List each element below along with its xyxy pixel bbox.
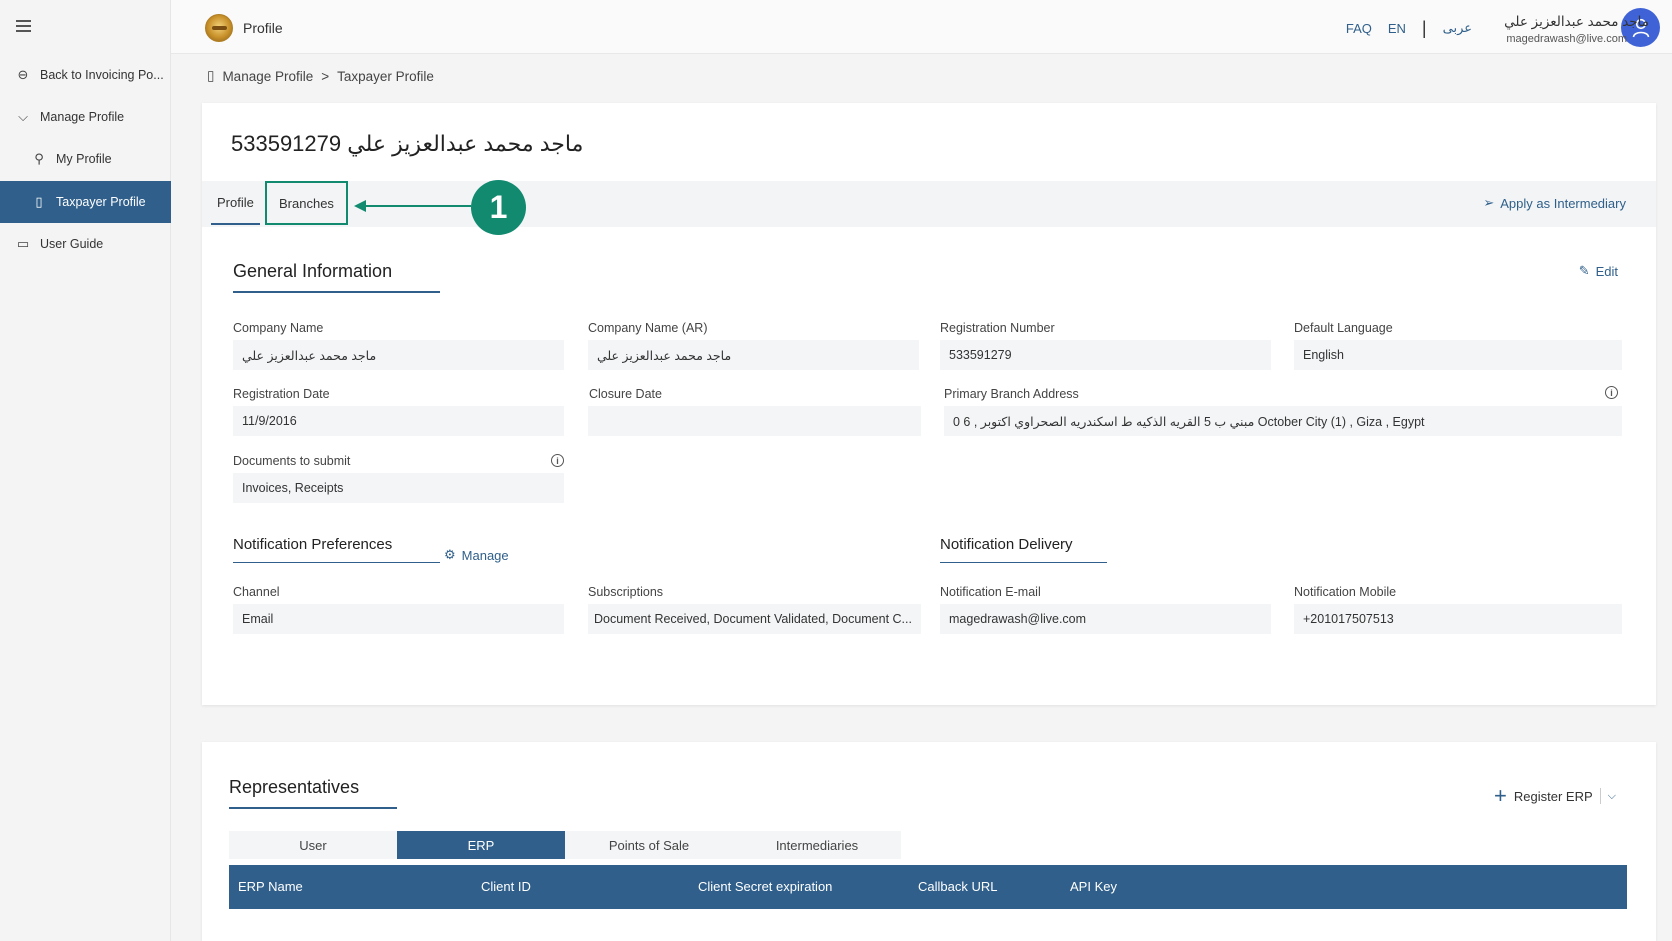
company-name-field: ماجد محمد عبدالعزيز علي bbox=[233, 340, 564, 370]
column-client-id[interactable]: Client ID bbox=[481, 879, 531, 894]
company-name-label: Company Name bbox=[233, 321, 324, 335]
tab-erp[interactable]: ERP bbox=[397, 831, 565, 859]
chevron-down-icon[interactable]: ⌵ bbox=[1608, 790, 1616, 803]
sidebar-item-label: Taxpayer Profile bbox=[56, 195, 146, 209]
user-name: ماجد محمد عبدالعزيز علي bbox=[1504, 14, 1649, 29]
representatives-title: Representatives bbox=[229, 777, 397, 809]
document-icon: ▯ bbox=[207, 68, 215, 83]
chevron-down-icon: ⌵ bbox=[18, 109, 28, 124]
tab-points-of-sale[interactable]: Points of Sale bbox=[565, 831, 733, 859]
notification-delivery-title: Notification Delivery bbox=[940, 536, 1107, 563]
column-client-secret-expiration[interactable]: Client Secret expiration bbox=[698, 879, 832, 894]
book-icon: ▭ bbox=[16, 236, 30, 251]
callout-arrow-line bbox=[357, 205, 471, 207]
apply-intermediary-button[interactable]: ➢ Apply as Intermediary bbox=[1483, 195, 1626, 211]
column-callback-url[interactable]: Callback URL bbox=[918, 879, 997, 894]
company-name-ar-label: Company Name (AR) bbox=[588, 321, 708, 335]
app-title: Profile bbox=[243, 20, 283, 36]
apply-intermediary-label: Apply as Intermediary bbox=[1500, 195, 1626, 211]
faq-link[interactable]: FAQ bbox=[1346, 21, 1372, 36]
tab-user[interactable]: User bbox=[229, 831, 397, 859]
notification-preferences-title: Notification Preferences bbox=[233, 536, 440, 563]
breadcrumb-manage-profile[interactable]: Manage Profile bbox=[222, 69, 313, 84]
erp-table-header: ERP Name Client ID Client Secret expirat… bbox=[229, 865, 1627, 909]
callout-arrow-head-icon bbox=[354, 200, 366, 212]
tab-intermediaries[interactable]: Intermediaries bbox=[733, 831, 901, 859]
closure-date-field bbox=[588, 406, 921, 436]
hamburger-menu-icon[interactable] bbox=[16, 20, 31, 32]
subscriptions-label: Subscriptions bbox=[588, 585, 664, 599]
sidebar-item-my-profile[interactable]: ⚲ My Profile bbox=[0, 138, 171, 180]
closure-date-label: Closure Date bbox=[589, 387, 662, 401]
language-ar-link[interactable]: عربى bbox=[1443, 20, 1472, 36]
document-icon: ▯ bbox=[35, 194, 43, 209]
registration-number-field: 533591279 bbox=[940, 340, 1271, 370]
representatives-tabs: User ERP Points of Sale Intermediaries bbox=[229, 831, 901, 859]
default-language-label: Default Language bbox=[1294, 321, 1393, 335]
register-erp-label: Register ERP bbox=[1513, 788, 1593, 804]
logo-icon bbox=[205, 14, 233, 42]
sidebar-item-label: My Profile bbox=[56, 152, 112, 166]
edit-button[interactable]: ✎ Edit bbox=[1579, 263, 1618, 279]
sidebar-item-taxpayer-profile[interactable]: ▯ Taxpayer Profile bbox=[0, 181, 171, 223]
notification-mobile-field: +201017507513 bbox=[1294, 604, 1622, 634]
documents-to-submit-label: Documents to submit bbox=[233, 454, 351, 468]
top-header: Profile FAQ EN | عربى ماجد محمد عبدالعزي… bbox=[171, 0, 1672, 54]
sidebar-item-user-guide[interactable]: ▭ User Guide bbox=[0, 223, 171, 265]
primary-branch-address-field: 0 6 , مبني ب 5 القريه الذكيه ط اسكندريه … bbox=[944, 406, 1622, 436]
breadcrumb-separator: > bbox=[321, 68, 330, 84]
manage-button[interactable]: ⚙ Manage bbox=[444, 547, 509, 563]
registration-number-label: Registration Number bbox=[940, 321, 1055, 335]
notification-email-field: magedrawash@live.com bbox=[940, 604, 1271, 634]
primary-branch-address-label: Primary Branch Address bbox=[944, 387, 1079, 401]
company-name-ar-field: ماجد محمد عبدالعزيز علي bbox=[588, 340, 919, 370]
sidebar-item-label: User Guide bbox=[40, 237, 104, 251]
send-icon: ➢ bbox=[1483, 195, 1495, 210]
edit-label: Edit bbox=[1595, 263, 1618, 279]
column-api-key[interactable]: API Key bbox=[1070, 879, 1117, 894]
breadcrumb-taxpayer-profile: Taxpayer Profile bbox=[337, 68, 434, 84]
column-erp-name[interactable]: ERP Name bbox=[238, 879, 303, 894]
back-circle-icon: ⊖ bbox=[17, 67, 29, 82]
page-title: 533591279 ماجد محمد عبدالعزيز علي bbox=[231, 131, 584, 156]
button-divider bbox=[1599, 788, 1601, 804]
sidebar: ⊖ Back to Invoicing Po... ⌵ Manage Profi… bbox=[0, 0, 171, 941]
person-icon: ⚲ bbox=[34, 151, 44, 166]
channel-field: Email bbox=[233, 604, 564, 634]
sidebar-item-back-to-invoicing[interactable]: ⊖ Back to Invoicing Po... bbox=[0, 54, 171, 96]
representatives-card: Representatives + Register ERP ⌵ User ER… bbox=[202, 742, 1656, 941]
manage-label: Manage bbox=[461, 547, 509, 563]
default-language-field: English bbox=[1294, 340, 1622, 370]
gear-icon: ⚙ bbox=[444, 547, 456, 562]
registration-date-field: 11/9/2016 bbox=[233, 406, 564, 436]
registration-date-label: Registration Date bbox=[233, 387, 330, 401]
sidebar-item-manage-profile[interactable]: ⌵ Manage Profile bbox=[0, 96, 171, 138]
notification-mobile-label: Notification Mobile bbox=[1294, 585, 1397, 599]
callout-number-badge: 1 bbox=[471, 180, 526, 235]
language-en-link[interactable]: EN bbox=[1388, 21, 1406, 36]
breadcrumb: ▯ Manage Profile > Taxpayer Profile bbox=[207, 68, 434, 84]
tab-branches[interactable]: Branches bbox=[265, 181, 348, 225]
info-icon[interactable]: i bbox=[1605, 386, 1618, 399]
profile-card: 533591279 ماجد محمد عبدالعزيز علي Profil… bbox=[202, 103, 1656, 705]
notification-email-label: Notification E-mail bbox=[940, 585, 1041, 599]
info-icon[interactable]: i bbox=[551, 454, 564, 467]
channel-label: Channel bbox=[233, 585, 280, 599]
documents-to-submit-field: Invoices, Receipts bbox=[233, 473, 564, 503]
subscriptions-field: Document Received, Document Validated, D… bbox=[588, 604, 921, 634]
sidebar-item-label: Manage Profile bbox=[40, 110, 125, 124]
profile-tabbar: Profile Branches bbox=[202, 181, 1656, 227]
user-email: magedrawash@live.com bbox=[1506, 33, 1627, 45]
top-links: FAQ EN | عربى bbox=[1346, 18, 1472, 38]
register-erp-button[interactable]: + Register ERP ⌵ bbox=[1494, 783, 1616, 808]
language-separator: | bbox=[1421, 18, 1427, 38]
plus-icon: + bbox=[1494, 783, 1507, 808]
tab-profile[interactable]: Profile bbox=[211, 191, 260, 225]
general-information-title: General Information bbox=[233, 261, 440, 293]
pencil-icon: ✎ bbox=[1578, 263, 1590, 278]
sidebar-item-label: Back to Invoicing Po... bbox=[40, 68, 164, 82]
